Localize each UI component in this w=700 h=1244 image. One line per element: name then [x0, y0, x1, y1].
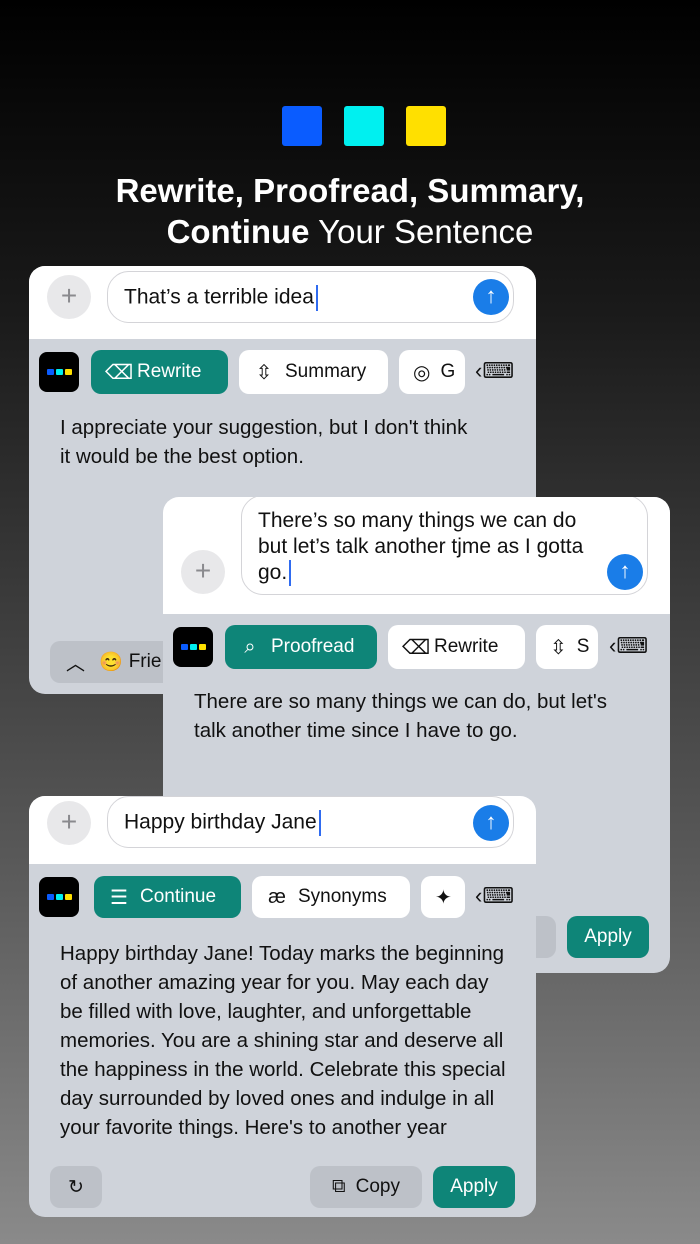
chip-grammar[interactable]: ◎ G	[399, 350, 465, 394]
chevron-up-icon: ︿	[66, 653, 86, 675]
tone-label: Frie	[128, 651, 162, 672]
continue-card: + Happy birthday Jane ↑ ☰ Continue æ Synon…	[29, 796, 536, 1217]
chip-rewrite-label: Rewrite	[434, 636, 499, 657]
chip-summary-label: Summary	[285, 361, 367, 382]
chip-sparkle[interactable]: ✦	[421, 876, 465, 918]
send-button[interactable]: ↑	[607, 554, 643, 590]
chip-synonyms-label: Synonyms	[298, 886, 387, 907]
send-button[interactable]: ↑	[473, 805, 509, 841]
keyboard-icon[interactable]: ‹⌨	[475, 358, 514, 384]
result-scroll[interactable]: Happy birthday Jane! Today marks the beg…	[60, 939, 510, 1147]
compress-icon: ⇳	[255, 361, 273, 384]
result-text: I appreciate your suggestion, but I don'…	[60, 416, 468, 468]
message-text: There’s so many things we can do but let…	[258, 509, 584, 584]
app-logo[interactable]	[173, 627, 213, 667]
text-caret	[318, 810, 321, 836]
apply-label: Apply	[450, 1176, 498, 1197]
message-text: Happy birthday Jane	[124, 810, 317, 834]
chip-continue-label: Continue	[140, 886, 217, 907]
chip-rewrite-label: Rewrite	[137, 361, 202, 382]
brand-squares	[282, 106, 446, 146]
ae-icon: æ	[268, 885, 286, 908]
apply-button[interactable]: Apply	[433, 1166, 515, 1208]
keyboard-icon[interactable]: ‹⌨	[475, 883, 514, 909]
headline-line1: Rewrite, Proofread, Summary,	[115, 172, 585, 209]
plus-button[interactable]: +	[181, 550, 225, 594]
compress-icon: ⇳	[550, 636, 567, 659]
sparkle-icon: ✦	[435, 886, 452, 909]
message-input[interactable]: That’s a terrible idea	[107, 271, 514, 323]
chip-rewrite[interactable]: ⌫ Rewrite	[388, 625, 525, 669]
keyboard-icon[interactable]: ‹⌨	[609, 633, 648, 659]
headline: Rewrite, Proofread, Summary, Continue Yo…	[0, 170, 700, 252]
message-text: That’s a terrible idea	[124, 285, 314, 309]
plus-button[interactable]: +	[47, 801, 91, 845]
blue-square	[282, 106, 322, 146]
text-caret	[315, 285, 318, 311]
send-button[interactable]: ↑	[473, 279, 509, 315]
chip-grammar-label: G	[440, 361, 456, 382]
chip-rewrite[interactable]: ⌫ Rewrite	[91, 350, 228, 394]
result-text: Happy birthday Jane! Today marks the beg…	[60, 942, 506, 1139]
search-icon: ⌕	[244, 635, 256, 658]
copy-label: Copy	[355, 1176, 400, 1197]
app-logo[interactable]	[39, 877, 79, 917]
plus-button[interactable]: +	[47, 275, 91, 319]
regenerate-button[interactable]: ↻	[50, 1166, 102, 1208]
chip-summary-label: S	[576, 636, 590, 657]
copy-icon: ⧉	[332, 1176, 346, 1197]
copy-button[interactable]: ⧉ Copy	[310, 1166, 422, 1208]
chip-summary[interactable]: ⇳ S	[536, 625, 598, 669]
text-caret	[289, 560, 292, 587]
eraser-icon: ⌫	[105, 361, 134, 384]
chip-synonyms[interactable]: æ Synonyms	[252, 876, 410, 918]
apply-label: Apply	[584, 926, 632, 947]
brain-icon: ◎	[413, 361, 431, 384]
headline-line2-bold: Continue	[166, 213, 310, 250]
chip-proofread-label: Proofread	[271, 636, 355, 657]
tone-emoji: 😊	[99, 652, 123, 673]
eraser-icon: ⌫	[402, 636, 431, 659]
tone-selector[interactable]: ︿ 😊 Frie	[50, 641, 180, 683]
chip-summary[interactable]: ⇳ Summary	[239, 350, 388, 394]
message-input[interactable]: Happy birthday Jane	[107, 796, 514, 848]
result-text: There are so many things we can do, but …	[194, 690, 607, 742]
app-logo[interactable]	[39, 352, 79, 392]
apply-button[interactable]: Apply	[567, 916, 649, 958]
chip-proofread[interactable]: ⌕ Proofread	[225, 625, 377, 669]
refresh-icon: ↻	[68, 1176, 84, 1198]
continue-icon: ☰	[110, 886, 128, 909]
cyan-square	[344, 106, 384, 146]
yellow-square	[406, 106, 446, 146]
message-input[interactable]: There’s so many things we can do but let…	[241, 497, 648, 595]
chip-continue[interactable]: ☰ Continue	[94, 876, 241, 918]
headline-line2-light: Your Sentence	[309, 213, 534, 250]
